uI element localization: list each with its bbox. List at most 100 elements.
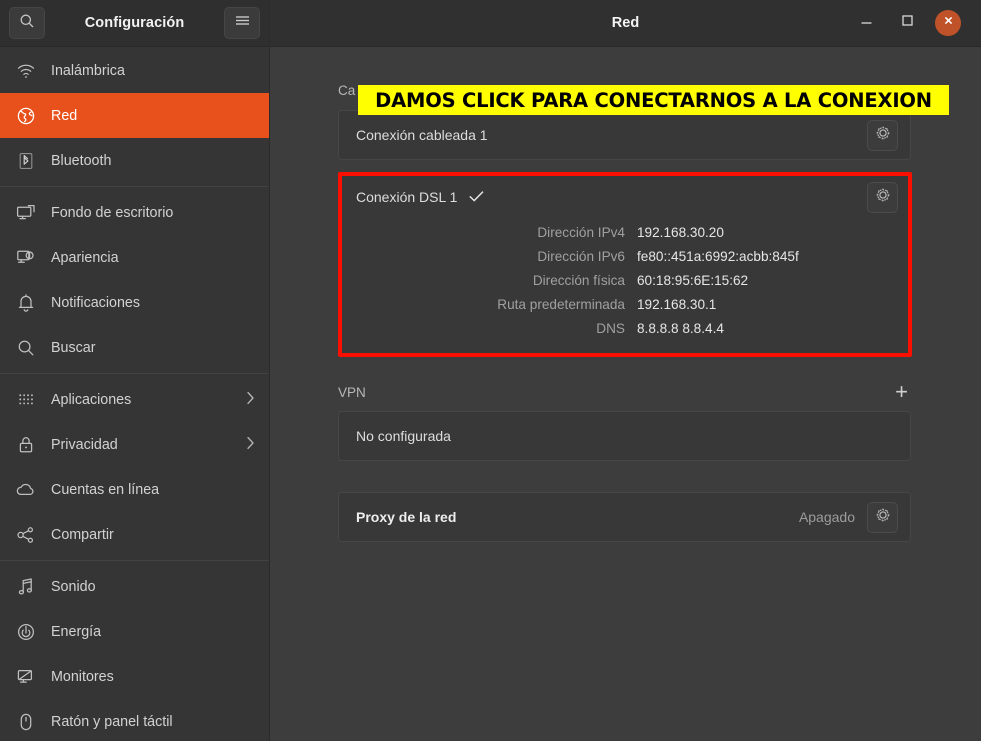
annotation-yellow-banner: DAMOS CLICK PARA CONECTARNOS A LA CONEXI… [358, 85, 949, 115]
sidebar-item-aplicaciones[interactable]: Aplicaciones [0, 377, 269, 422]
sidebar-item-fondo-de-escritorio[interactable]: Fondo de escritorio [0, 190, 269, 235]
detail-row: Dirección física60:18:95:6E:15:62 [339, 269, 898, 293]
vpn-section-label: VPN [338, 385, 366, 400]
proxy-row[interactable]: Proxy de la red Apagado [339, 493, 910, 541]
sidebar-item-cuentas-en-l-nea[interactable]: Cuentas en línea [0, 467, 269, 512]
sidebar-item-label: Monitores [51, 669, 114, 685]
maximize-icon [901, 14, 914, 32]
sidebar-item-label: Aplicaciones [51, 392, 131, 408]
bluetooth-icon [13, 150, 39, 172]
sidebar-item-monitores[interactable]: Monitores [0, 654, 269, 699]
close-button[interactable] [935, 10, 961, 36]
sidebar-item-inal-mbrica[interactable]: Inalámbrica [0, 48, 269, 93]
vpn-section-header: VPN + [338, 382, 911, 402]
wired-connection-card: Conexión cableada 1 [338, 110, 911, 160]
main-menu-button[interactable] [224, 7, 260, 39]
check-icon [468, 189, 485, 206]
sidebar-item-label: Apariencia [51, 250, 119, 266]
sidebar: Configuración Inalámbrica Red Bluetooth Fon… [0, 0, 270, 741]
plus-icon[interactable]: + [892, 385, 911, 399]
sidebar-item-label: Energía [51, 624, 101, 640]
dsl-connection-details: Dirección IPv4192.168.30.20Dirección IPv… [339, 221, 910, 354]
dsl-connection-name: Conexión DSL 1 [356, 189, 457, 205]
wired-connection-row[interactable]: Conexión cableada 1 [339, 111, 910, 159]
detail-row: Dirección IPv4192.168.30.20 [339, 221, 898, 245]
proxy-label: Proxy de la red [356, 509, 456, 525]
sidebar-item-sonido[interactable]: Sonido [0, 564, 269, 609]
hamburger-menu-icon [234, 14, 251, 32]
detail-key: DNS [339, 317, 637, 341]
lock-icon [13, 434, 39, 456]
dsl-connection-row[interactable]: Conexión DSL 1 [339, 173, 910, 221]
detail-row: DNS8.8.8.8 8.8.4.4 [339, 317, 898, 341]
proxy-card: Proxy de la red Apagado [338, 492, 911, 542]
chevron-right-icon [246, 436, 255, 453]
sidebar-item-energ-a[interactable]: Energía [0, 609, 269, 654]
detail-row: Dirección IPv6fe80::451a:6992:acbb:845f [339, 245, 898, 269]
search-icon [13, 337, 39, 359]
sidebar-item-apariencia[interactable]: Apariencia [0, 235, 269, 280]
detail-key: Dirección IPv4 [339, 221, 637, 245]
dsl-row-actions [867, 182, 898, 213]
wifi-icon [13, 60, 39, 82]
search-icon [19, 13, 35, 34]
chevron-right-icon [246, 391, 255, 408]
sidebar-item-label: Bluetooth [51, 153, 111, 169]
sidebar-item-label: Fondo de escritorio [51, 205, 173, 221]
sidebar-item-red[interactable]: Red [0, 93, 269, 138]
minimize-button[interactable] [853, 10, 879, 36]
mouse-icon [13, 711, 39, 733]
minimize-icon [860, 14, 873, 32]
dsl-connection-card: Conexión DSL 1 [338, 172, 911, 355]
sidebar-item-notificaciones[interactable]: Notificaciones [0, 280, 269, 325]
sidebar-item-privacidad[interactable]: Privacidad [0, 422, 269, 467]
power-icon [13, 621, 39, 643]
annotation-banner-text: DAMOS CLICK PARA CONECTARNOS A LA CONEXI… [375, 89, 932, 112]
settings-window: Configuración Inalámbrica Red Bluetooth Fon… [0, 0, 981, 741]
vpn-card: No configurada [338, 411, 911, 461]
sidebar-item-buscar[interactable]: Buscar [0, 325, 269, 370]
sidebar-item-bluetooth[interactable]: Bluetooth [0, 138, 269, 183]
cloud-icon [13, 479, 39, 501]
sidebar-title: Configuración [45, 15, 224, 31]
proxy-settings-button[interactable] [867, 502, 898, 533]
spacer [338, 355, 911, 382]
wired-connection-name: Conexión cableada 1 [356, 127, 488, 143]
sidebar-item-label: Notificaciones [51, 295, 140, 311]
sidebar-item-label: Ratón y panel táctil [51, 714, 173, 730]
spacer [338, 160, 911, 172]
detail-value: fe80::451a:6992:acbb:845f [637, 245, 799, 269]
detail-value: 60:18:95:6E:15:62 [637, 269, 748, 293]
window-controls [853, 10, 975, 36]
wired-settings-button[interactable] [867, 120, 898, 151]
gear-icon [875, 125, 891, 146]
sidebar-item-compartir[interactable]: Compartir [0, 512, 269, 557]
sidebar-header: Configuración [0, 0, 269, 47]
sidebar-item-rat-n-y-panel-t-ctil[interactable]: Ratón y panel táctil [0, 699, 269, 741]
sidebar-item-label: Inalámbrica [51, 63, 125, 79]
sidebar-item-label: Compartir [51, 527, 114, 543]
maximize-button[interactable] [894, 10, 920, 36]
appearance-icon [13, 247, 39, 269]
spacer [338, 461, 911, 492]
sidebar-separator [0, 373, 269, 374]
detail-key: Ruta predeterminada [339, 293, 637, 317]
vpn-status-row[interactable]: No configurada [339, 412, 910, 460]
proxy-status: Apagado [799, 509, 855, 525]
detail-value: 8.8.8.8 8.8.4.4 [637, 317, 724, 341]
dsl-settings-button[interactable] [867, 182, 898, 213]
search-button[interactable] [9, 7, 45, 39]
desktop-background-icon [13, 202, 39, 224]
sidebar-item-label: Privacidad [51, 437, 118, 453]
sidebar-item-label: Red [51, 108, 77, 124]
network-settings-content: Ca Conexión cableada 1 [270, 47, 981, 741]
display-icon [13, 666, 39, 688]
gear-icon [875, 507, 891, 528]
sidebar-separator [0, 186, 269, 187]
sidebar-item-label: Sonido [51, 579, 96, 595]
window-titlebar: Red [270, 0, 981, 47]
sidebar-separator [0, 560, 269, 561]
sidebar-item-list: Inalámbrica Red Bluetooth Fondo de escritor… [0, 47, 269, 741]
wired-row-actions [867, 120, 898, 151]
bell-icon [13, 292, 39, 314]
